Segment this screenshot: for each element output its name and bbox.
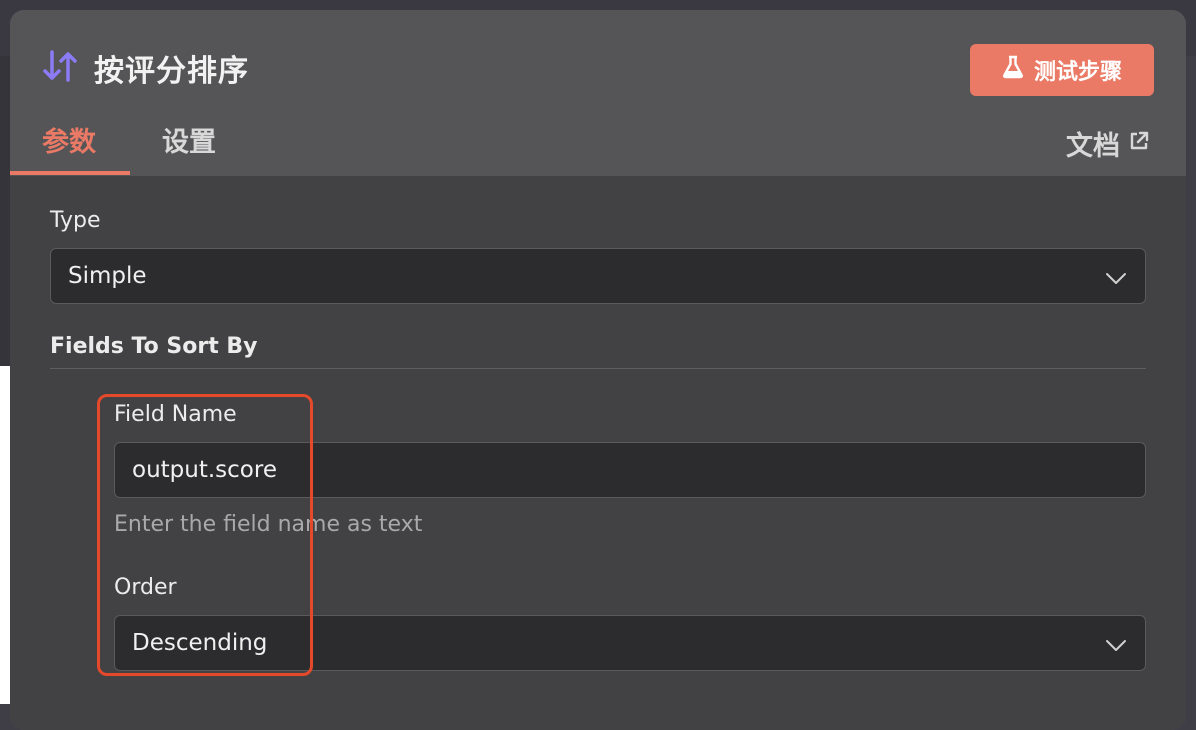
canvas-background [0,56,10,366]
docs-label: 文档 [1066,131,1120,162]
chevron-down-icon [1105,634,1127,652]
test-step-button[interactable]: 测试步骤 [970,44,1154,96]
annotation-highlight-box [97,394,313,676]
docs-link[interactable]: 文档 [1066,124,1150,163]
flask-icon [1002,55,1024,85]
type-select[interactable]: Simple [50,248,1146,304]
test-step-label: 测试步骤 [1033,60,1122,85]
chevron-down-icon [1105,267,1127,285]
tab-settings[interactable]: 设置 [162,120,216,159]
sort-arrows-icon [42,48,78,84]
type-select-value: Simple [68,263,147,289]
node-title[interactable]: 按评分排序 [94,46,249,90]
tab-parameters[interactable]: 参数 [42,120,96,159]
fields-to-sort-by-heading: Fields To Sort By [50,334,258,359]
node-settings-panel: 按评分排序 测试步骤 参数 设置 文档 Type Simple Fields T… [10,10,1186,730]
active-tab-indicator [10,171,130,175]
external-link-icon [1128,128,1150,159]
section-divider [50,368,1146,369]
type-label: Type [50,208,101,233]
panel-header: 按评分排序 测试步骤 参数 设置 文档 [10,10,1186,176]
canvas-background-light [0,366,10,704]
